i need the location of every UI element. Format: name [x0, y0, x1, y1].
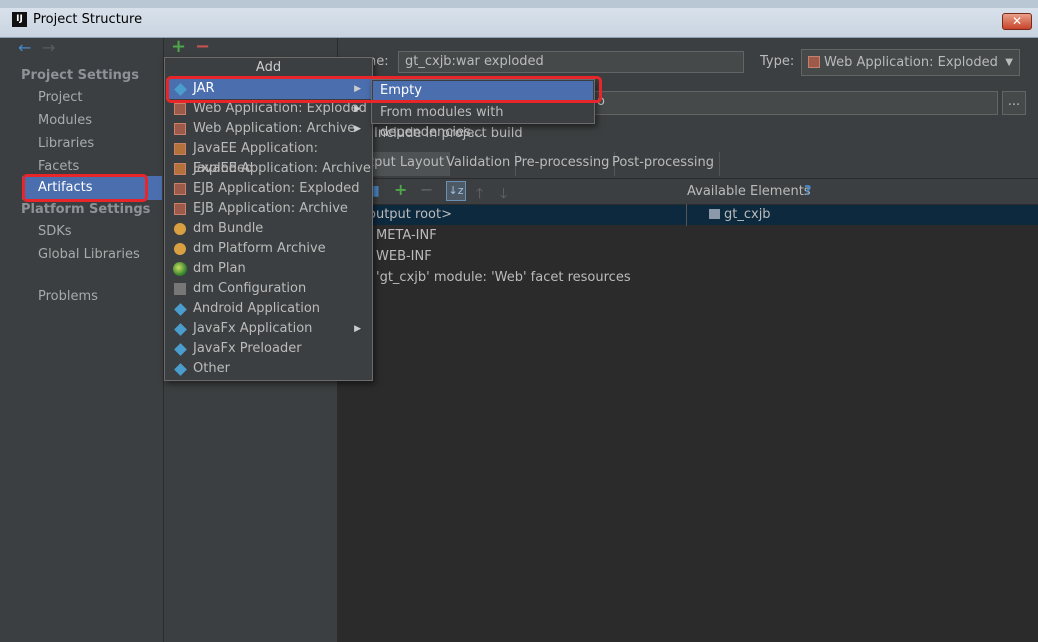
output-layout-tree: output root> META-INF WEB-INF 'gt_cxjb' … — [338, 204, 1038, 642]
menu-item-javaee-exploded[interactable]: JavaEE Application: Exploded — [166, 139, 371, 176]
forward-arrow-icon[interactable]: → — [42, 38, 55, 57]
nav-item-sdks[interactable]: SDKs — [38, 224, 72, 239]
menu-item-dm-configuration[interactable]: dm Configuration — [166, 279, 371, 299]
type-select-value: Web Application: Exploded — [824, 55, 998, 70]
nav-item-project[interactable]: Project — [38, 90, 82, 105]
tree-label-meta-inf: META-INF — [376, 228, 437, 243]
window-title: Project Structure — [33, 12, 143, 27]
web-app-icon — [808, 56, 820, 68]
diamond-icon — [174, 363, 187, 376]
diamond-icon — [174, 323, 187, 336]
menu-label-web-app-archive: Web Application: Archive — [193, 121, 356, 136]
nav-item-facets[interactable]: Facets — [38, 159, 79, 174]
add-element-icon[interactable]: + — [394, 180, 407, 199]
chevron-down-icon: ▼ — [1005, 57, 1013, 68]
menu-label-ejb-archive: EJB Application: Archive — [193, 201, 348, 216]
nav-item-modules[interactable]: Modules — [38, 113, 92, 128]
tree-label-web-inf: WEB-INF — [376, 249, 432, 264]
menu-item-javafx-preloader[interactable]: JavaFx Preloader — [166, 339, 371, 359]
tree-item-web-inf[interactable]: WEB-INF — [368, 249, 432, 264]
menu-item-other[interactable]: Other — [166, 359, 371, 379]
back-arrow-icon[interactable]: ← — [18, 38, 31, 57]
menu-label-other: Other — [193, 361, 230, 376]
artifact-name-field[interactable]: gt_cxjb:war exploded — [398, 51, 744, 73]
menu-label-dm-plan: dm Plan — [193, 261, 246, 276]
document-icon — [174, 283, 186, 295]
web-app-icon — [174, 103, 186, 115]
diamond-icon — [174, 303, 187, 316]
title-bar: IJ Project Structure ✕ — [0, 0, 1038, 38]
menu-item-javaee-archive[interactable]: JavaEE Application: Archive — [166, 159, 371, 179]
platform-settings-heading: Platform Settings — [21, 202, 151, 217]
menu-label-javafx-application: JavaFx Application — [193, 321, 313, 336]
add-menu-title: Add — [165, 58, 372, 78]
menu-label-javaee-archive: JavaEE Application: Archive — [193, 161, 371, 176]
tree-item-meta-inf[interactable]: META-INF — [368, 228, 437, 243]
ejb-icon — [174, 183, 186, 195]
highlight-jar-empty — [166, 76, 602, 103]
menu-label-dm-configuration: dm Configuration — [193, 281, 307, 296]
menu-label-android-application: Android Application — [193, 301, 321, 316]
submenu-arrow-icon: ▶ — [354, 124, 361, 134]
tab-pre-processing[interactable]: Pre-processing — [509, 152, 616, 176]
folder-icon[interactable]: ▮ — [372, 183, 380, 199]
add-artifact-button[interactable]: + — [171, 36, 186, 57]
menu-label-web-app-exploded: Web Application: Exploded — [193, 101, 367, 116]
available-label-gt-cxjb: gt_cxjb — [724, 207, 771, 222]
tab-post-processing[interactable]: Post-processing — [607, 152, 720, 176]
tab-output-layout[interactable]: tput Layout — [364, 152, 451, 176]
add-artifact-menu: Add JAR ▶ Web Application: Exploded ▶ We… — [164, 57, 373, 381]
tree-item-facet-resources[interactable]: 'gt_cxjb' module: 'Web' facet resources — [368, 270, 631, 285]
submenu-item-from-modules[interactable]: From modules with dependencies... — [373, 103, 593, 140]
sort-icon[interactable]: ↓z — [446, 181, 466, 201]
web-app-icon — [174, 123, 186, 135]
available-item-gt-cxjb[interactable]: gt_cxjb — [709, 207, 771, 222]
module-folder-icon — [709, 209, 720, 219]
project-settings-heading: Project Settings — [21, 68, 139, 83]
menu-label-dm-bundle: dm Bundle — [193, 221, 264, 236]
globe-icon — [173, 262, 187, 276]
dm-bundle-icon — [174, 223, 186, 235]
help-icon[interactable]: ? — [804, 184, 812, 199]
diamond-icon — [174, 343, 187, 356]
intellij-app-icon: IJ — [12, 12, 27, 27]
nav-item-global-libraries[interactable]: Global Libraries — [38, 247, 140, 262]
menu-item-web-app-archive[interactable]: Web Application: Archive ▶ — [166, 119, 371, 139]
dm-platform-icon — [174, 243, 186, 255]
tree-label-facet-resources: 'gt_cxjb' module: 'Web' facet resources — [376, 270, 631, 285]
javaee-icon — [174, 143, 186, 155]
menu-item-dm-platform-archive[interactable]: dm Platform Archive — [166, 239, 371, 259]
ejb-icon — [174, 203, 186, 215]
layout-toolbar: ▮ + − ↓z 🡑 🡓 Available Elements ? — [338, 178, 1038, 204]
close-window-button[interactable]: ✕ — [1002, 13, 1032, 30]
artifact-type-select[interactable]: Web Application: Exploded ▼ — [801, 49, 1020, 76]
menu-item-ejb-exploded[interactable]: EJB Application: Exploded — [166, 179, 371, 199]
menu-item-android-application[interactable]: Android Application — [166, 299, 371, 319]
nav-item-libraries[interactable]: Libraries — [38, 136, 94, 151]
menu-label-ejb-exploded: EJB Application: Exploded — [193, 181, 360, 196]
menu-item-ejb-archive[interactable]: EJB Application: Archive — [166, 199, 371, 219]
menu-item-dm-plan[interactable]: dm Plan — [166, 259, 371, 279]
highlight-artifacts — [22, 174, 148, 202]
menu-label-javafx-preloader: JavaFx Preloader — [193, 341, 302, 356]
menu-label-dm-platform-archive: dm Platform Archive — [193, 241, 326, 256]
menu-item-javafx-application[interactable]: JavaFx Application ▶ — [166, 319, 371, 339]
tab-validation[interactable]: Validation — [441, 152, 517, 176]
settings-navigation: ← → Project Settings Project Modules Lib… — [12, 38, 164, 642]
remove-artifact-button[interactable]: − — [195, 36, 210, 57]
tree-divider — [686, 204, 687, 226]
menu-item-dm-bundle[interactable]: dm Bundle — [166, 219, 371, 239]
remove-element-icon[interactable]: − — [420, 180, 433, 199]
javaee-icon — [174, 163, 186, 175]
type-label: Type: — [760, 54, 795, 69]
submenu-arrow-icon: ▶ — [354, 324, 361, 334]
title-strip — [0, 0, 1038, 8]
browse-button[interactable]: ... — [1002, 91, 1026, 115]
available-elements-label: Available Elements — [687, 184, 811, 199]
tree-item-output-root[interactable]: output root> — [368, 207, 452, 222]
nav-item-problems[interactable]: Problems — [38, 289, 98, 304]
